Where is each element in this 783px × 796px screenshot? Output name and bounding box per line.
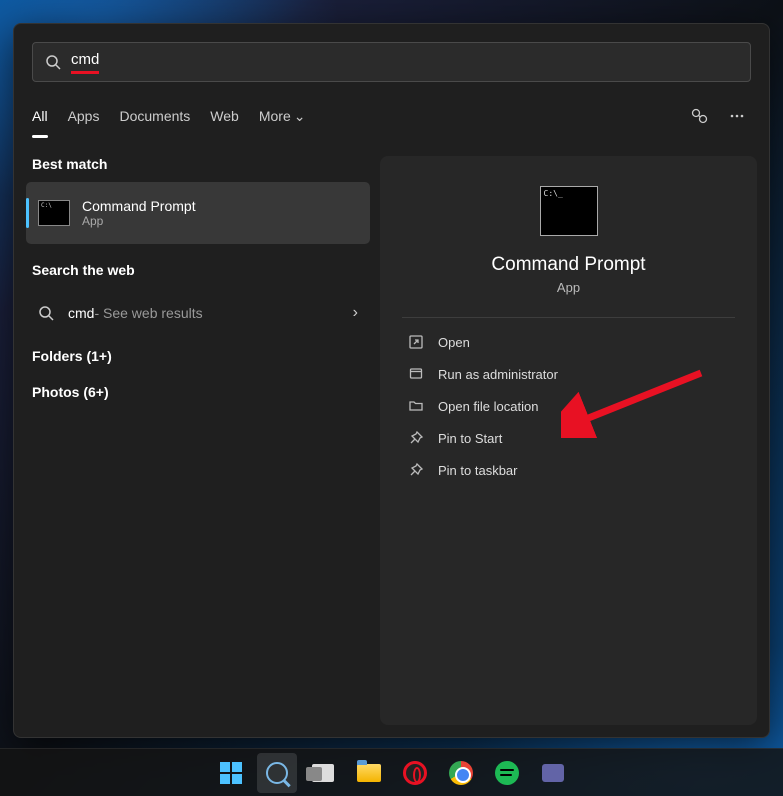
chrome-button[interactable] — [441, 753, 481, 793]
task-view-icon — [312, 764, 334, 782]
preview-subtitle: App — [380, 280, 757, 295]
preview-title: Command Prompt — [380, 254, 757, 276]
web-result-term: cmd — [68, 305, 94, 321]
action-run-as-administrator[interactable]: Run as administrator — [380, 358, 757, 390]
windows-search-panel: All Apps Documents Web More⌄ Best match … — [13, 23, 770, 738]
best-match-subtitle: App — [82, 214, 196, 228]
search-bar[interactable] — [32, 42, 751, 82]
best-match-title: Command Prompt — [82, 198, 196, 214]
action-pin-to-taskbar[interactable]: Pin to taskbar — [380, 454, 757, 486]
filter-tabs: All Apps Documents Web More⌄ — [32, 100, 751, 132]
open-icon — [408, 334, 424, 350]
action-label: Pin to Start — [438, 431, 502, 446]
folders-result[interactable]: Folders (1+) — [26, 334, 370, 370]
opera-icon — [403, 761, 427, 785]
windows-logo-icon — [220, 762, 242, 784]
search-web-label: Search the web — [26, 244, 370, 288]
divider — [402, 317, 735, 318]
action-label: Pin to taskbar — [438, 463, 518, 478]
search-input[interactable] — [71, 51, 270, 68]
chat-button[interactable] — [533, 753, 573, 793]
command-prompt-icon — [38, 200, 70, 226]
best-match-label: Best match — [26, 156, 370, 182]
task-view-button[interactable] — [303, 753, 343, 793]
tab-all[interactable]: All — [32, 104, 48, 128]
action-open[interactable]: Open — [380, 326, 757, 358]
start-button[interactable] — [211, 753, 251, 793]
action-pin-to-start[interactable]: Pin to Start — [380, 422, 757, 454]
pin-icon — [408, 462, 424, 478]
preview-panel: Command Prompt App Open Run as administr… — [380, 156, 757, 725]
spotify-button[interactable] — [487, 753, 527, 793]
tab-documents[interactable]: Documents — [119, 104, 190, 128]
search-annotation-underline — [71, 71, 99, 74]
pin-icon — [408, 430, 424, 446]
results-column: Best match Command Prompt App Search the… — [26, 156, 370, 725]
tab-more[interactable]: More⌄ — [259, 104, 306, 129]
spotify-icon — [495, 761, 519, 785]
action-label: Open — [438, 335, 470, 350]
folder-icon — [357, 764, 381, 782]
tab-web[interactable]: Web — [210, 104, 239, 128]
action-label: Run as administrator — [438, 367, 558, 382]
chevron-right-icon: › — [353, 304, 358, 322]
web-result-suffix: - See web results — [94, 305, 202, 321]
folder-icon — [408, 398, 424, 414]
search-icon — [45, 54, 61, 70]
file-explorer-button[interactable] — [349, 753, 389, 793]
command-prompt-icon — [540, 186, 598, 236]
action-label: Open file location — [438, 399, 538, 414]
more-options-button[interactable] — [723, 102, 751, 130]
admin-shield-icon — [408, 366, 424, 382]
recent-searches-button[interactable] — [685, 102, 713, 130]
action-open-file-location[interactable]: Open file location — [380, 390, 757, 422]
search-icon — [38, 305, 54, 321]
chrome-icon — [449, 761, 473, 785]
chat-icon — [542, 764, 564, 782]
photos-result[interactable]: Photos (6+) — [26, 370, 370, 406]
tab-apps[interactable]: Apps — [68, 104, 100, 128]
web-result-cmd[interactable]: cmd - See web results › — [26, 292, 370, 334]
chevron-down-icon: ⌄ — [294, 108, 306, 125]
search-icon — [266, 762, 288, 784]
opera-button[interactable] — [395, 753, 435, 793]
best-match-command-prompt[interactable]: Command Prompt App — [26, 182, 370, 244]
taskbar-search-button[interactable] — [257, 753, 297, 793]
taskbar — [0, 748, 783, 796]
